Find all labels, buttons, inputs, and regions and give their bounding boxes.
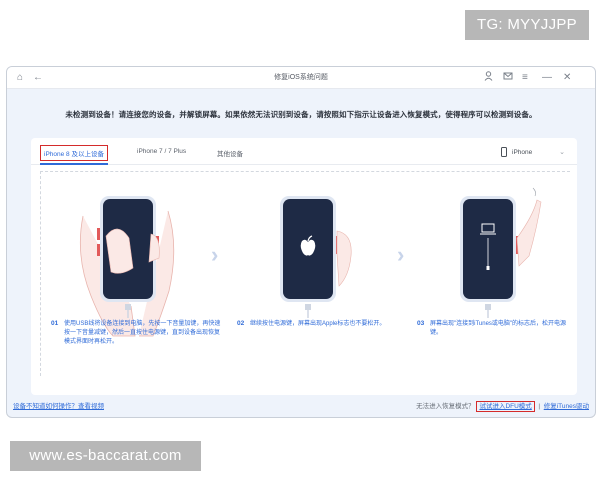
device-model-select[interactable]: iPhone ⌄: [501, 146, 567, 160]
step-2-illustration: [280, 196, 352, 318]
screenshot: TG: MYYJJPP ⌂ ← 修复iOS系统问题 ≡ — ✕ 未检测到设备！请…: [0, 0, 600, 480]
step-3-text: 屏幕出现"连接到iTunes或电脑"的标志后，松开电源键。: [430, 321, 567, 336]
phone-icon: [501, 147, 507, 157]
instructions-card: iPhone 8 及以上设备 iPhone 7 / 7 Plus 其他设备 iP…: [31, 138, 577, 395]
minimize-icon[interactable]: —: [542, 71, 552, 85]
dfu-mode-link[interactable]: 试试进入DFU模式: [476, 401, 535, 412]
tab-other-devices[interactable]: 其他设备: [217, 148, 243, 158]
step-2-text: 继续按住电源键，屏幕出现Apple标志也不要松开。: [250, 321, 386, 327]
device-tabs: iPhone 8 及以上设备 iPhone 7 / 7 Plus 其他设备 iP…: [31, 138, 577, 165]
footer-actions: 无法进入恢复模式？ 试试进入DFU模式 | 修复iTunes驱动: [416, 401, 589, 412]
device-model-value: iPhone: [512, 149, 533, 156]
tab-iphone-8-and-later[interactable]: iPhone 8 及以上设备: [40, 145, 108, 161]
recovery-mode-question: 无法进入恢复模式？: [416, 403, 475, 410]
title-bar: ⌂ ← 修复iOS系统问题 ≡ — ✕: [7, 67, 595, 89]
user-icon[interactable]: [484, 71, 493, 86]
watermark-bottom: www.es-baccarat.com: [10, 441, 201, 471]
watermark-top: TG: MYYJJPP: [465, 10, 589, 40]
step-1-text: 使用USB线将设备连接到电脑，先按一下音量加键，再快速按一下音量减键，然后一直按…: [64, 321, 221, 345]
fix-itunes-driver-link[interactable]: 修复iTunes驱动: [544, 403, 589, 410]
step-3-number: 03: [417, 320, 425, 327]
dashed-divider-vertical: [40, 171, 41, 376]
step-arrow-1-icon: ›: [211, 242, 219, 267]
menu-icon[interactable]: ≡: [522, 71, 528, 85]
app-window: ⌂ ← 修复iOS系统问题 ≡ — ✕ 未检测到设备！请连接您的设备，并解锁屏幕…: [6, 66, 596, 418]
close-icon[interactable]: ✕: [563, 71, 571, 85]
active-tab-underline: [40, 163, 108, 165]
dashed-divider: [40, 171, 570, 172]
chevron-down-icon: ⌄: [559, 149, 565, 156]
mail-icon[interactable]: [503, 71, 513, 86]
not-detected-notice: 未检测到设备！请连接您的设备，并解锁屏幕。如果依然无法识别到设备，请按照如下指示…: [65, 110, 537, 119]
step-2-number: 02: [237, 320, 245, 327]
step-arrow-2-icon: ›: [397, 242, 405, 267]
tab-iphone-7[interactable]: iPhone 7 / 7 Plus: [137, 148, 186, 155]
step-1-number: 01: [51, 320, 59, 327]
help-video-link[interactable]: 设备不知道如何操作？查看视频: [13, 400, 104, 410]
